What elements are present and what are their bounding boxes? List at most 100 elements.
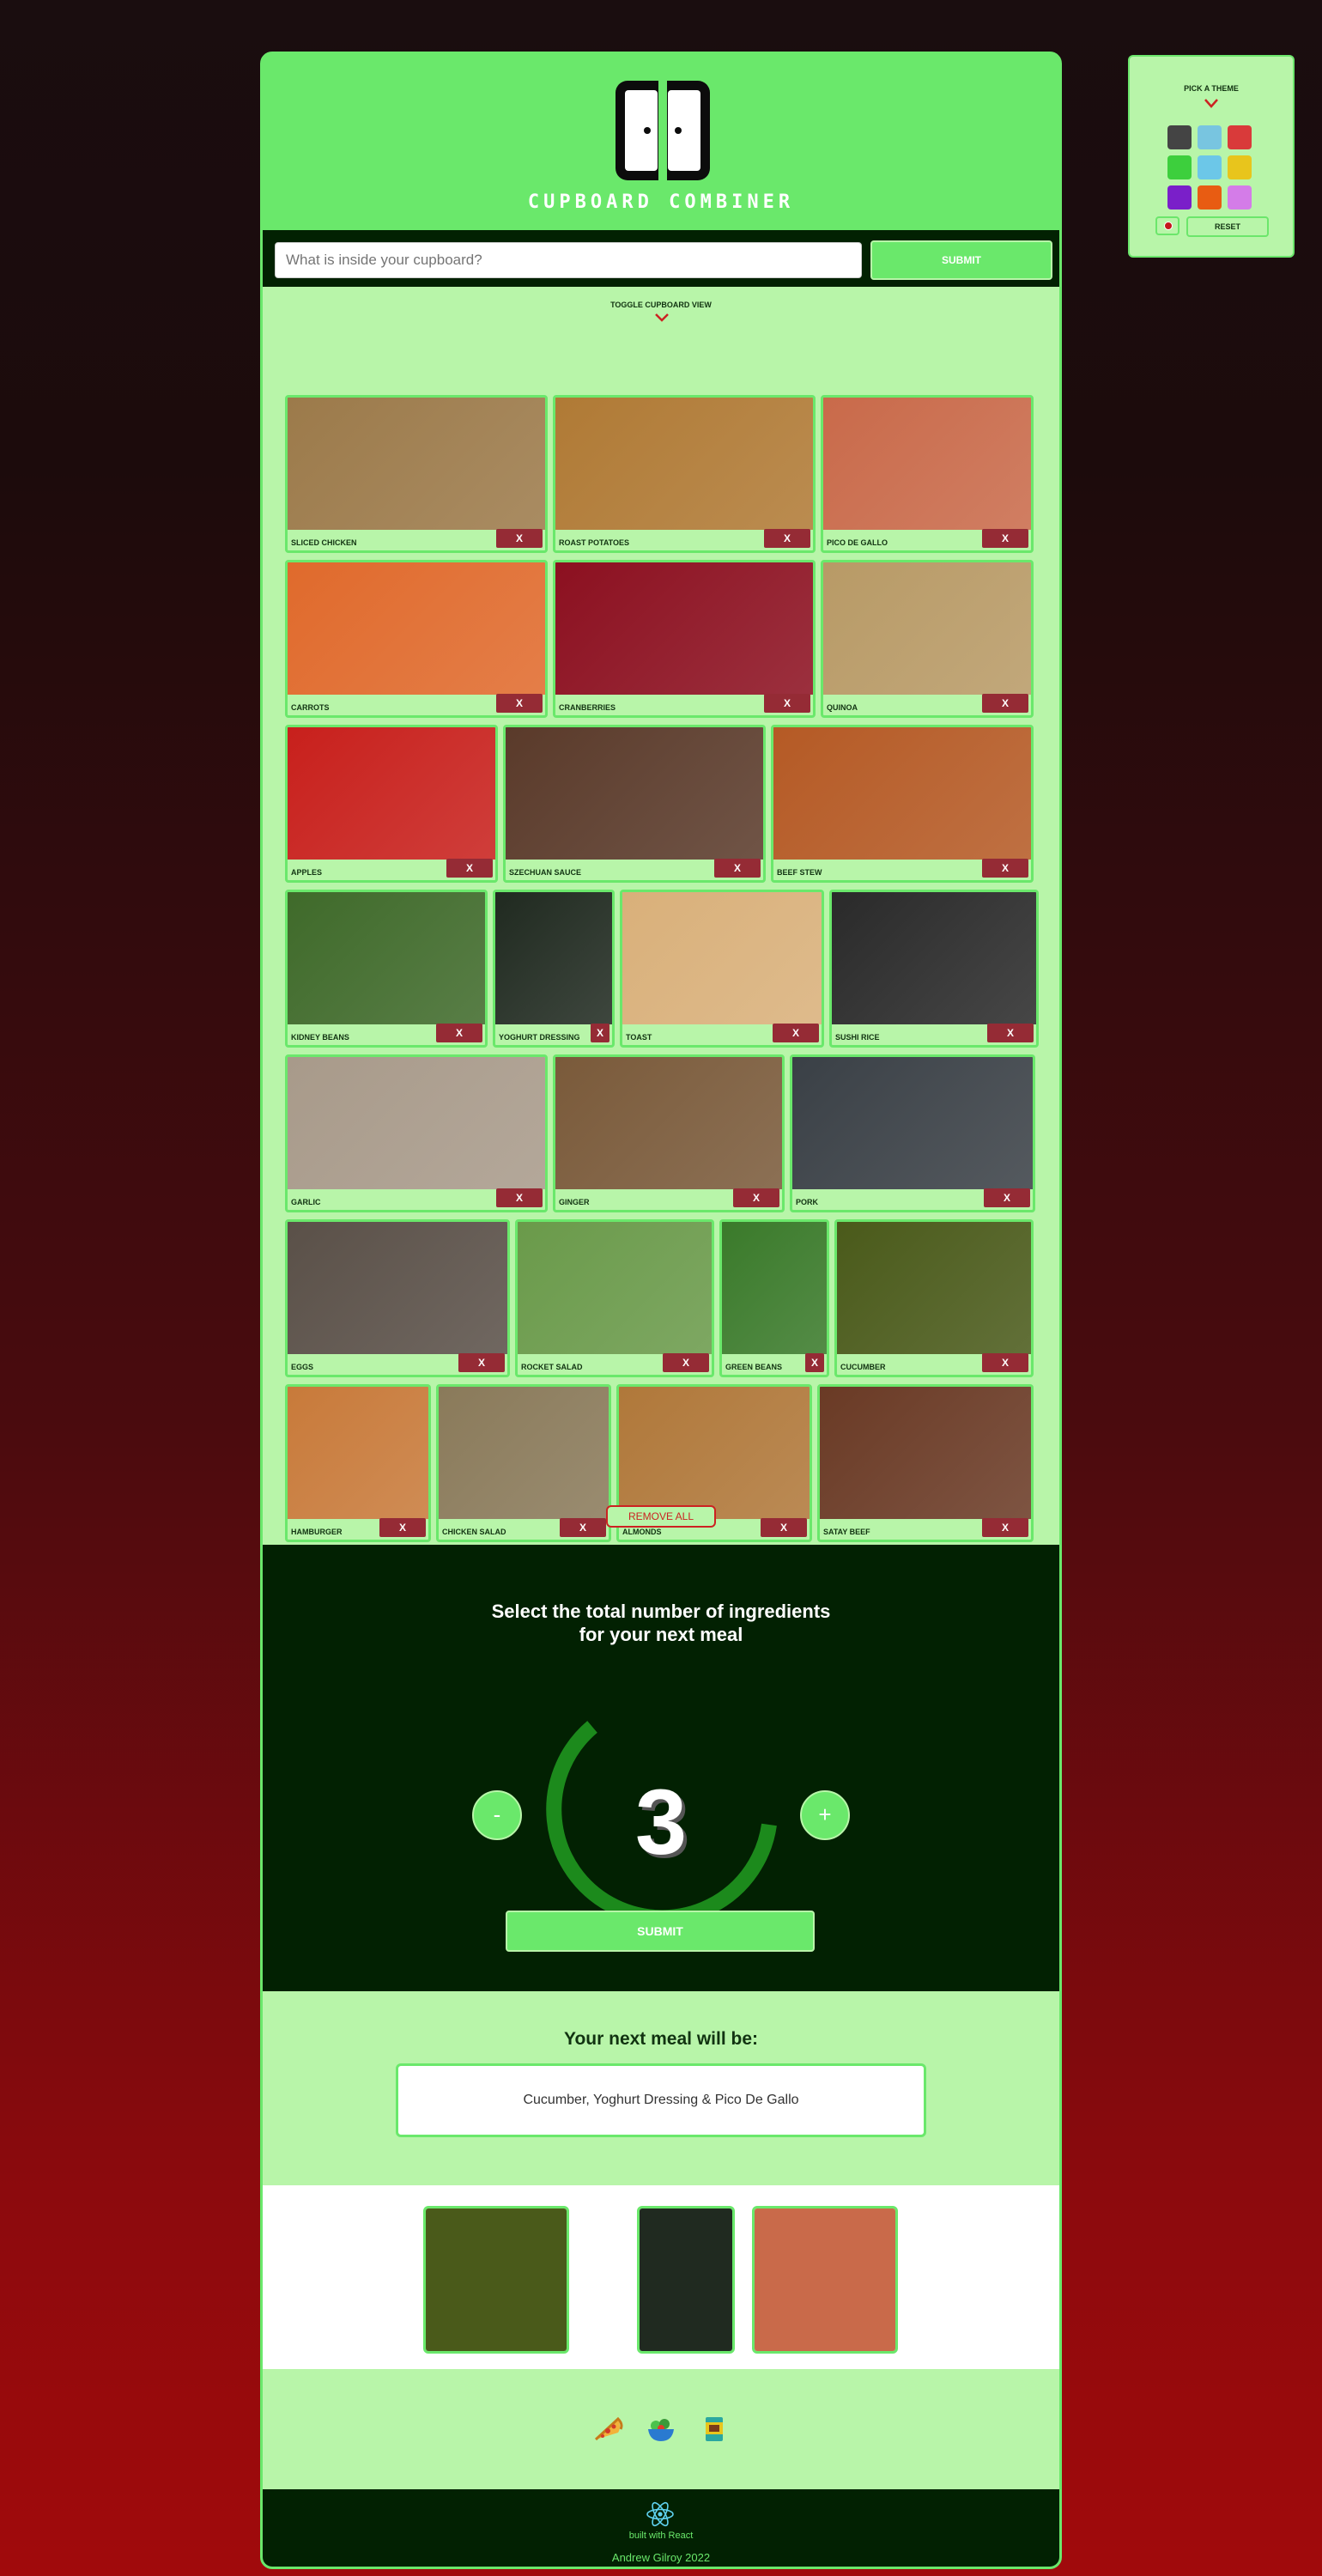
meal-result: Cucumber, Yoghurt Dressing & Pico De Gal… bbox=[396, 2063, 926, 2137]
ingredient-label: KIDNEY BEANS bbox=[291, 1033, 349, 1042]
ingredient-label: SUSHI RICE bbox=[835, 1033, 880, 1042]
pizza-icon bbox=[594, 2416, 623, 2441]
ingredient-card: GREEN BEANS X bbox=[719, 1219, 829, 1377]
ingredient-label: GARLIC bbox=[291, 1198, 321, 1206]
remove-ingredient-button[interactable]: X bbox=[984, 1188, 1030, 1207]
remove-ingredient-button[interactable]: X bbox=[982, 529, 1028, 548]
count-submit-button[interactable]: SUBMIT bbox=[506, 1911, 815, 1952]
ingredient-card: CRANBERRIES X bbox=[553, 560, 816, 718]
ingredient-row: APPLES X SZECHUAN SAUCE X BEEF STEW X bbox=[285, 725, 1039, 883]
remove-ingredient-button[interactable]: X bbox=[663, 1353, 709, 1372]
ingredient-label: EGGS bbox=[291, 1363, 314, 1371]
ingredient-label: CHICKEN SALAD bbox=[442, 1528, 506, 1536]
theme-swatch[interactable] bbox=[1198, 155, 1222, 179]
remove-ingredient-button[interactable]: X bbox=[458, 1353, 505, 1372]
cupboard-section: TOGGLE CUPBOARD VIEW SLICED CHICKEN X ROAS… bbox=[263, 287, 1059, 1545]
ingredient-label: ROCKET SALAD bbox=[521, 1363, 583, 1371]
meal-image-pico-de-gallo bbox=[752, 2206, 898, 2354]
remove-ingredient-button[interactable]: X bbox=[982, 1518, 1028, 1537]
remove-ingredient-button[interactable]: X bbox=[982, 859, 1028, 878]
theme-swatch[interactable] bbox=[1228, 185, 1252, 210]
ingredient-image bbox=[439, 1387, 609, 1519]
remove-ingredient-button[interactable]: X bbox=[496, 529, 543, 548]
theme-swatch[interactable] bbox=[1167, 125, 1192, 149]
reset-button[interactable]: RESET bbox=[1186, 216, 1269, 237]
theme-swatch[interactable] bbox=[1167, 185, 1192, 210]
toggle-cupboard-view[interactable]: TOGGLE CUPBOARD VIEW bbox=[263, 301, 1059, 309]
theme-swatch-grid bbox=[1167, 125, 1252, 210]
ingredient-row: GARLIC X GINGER X PORK X bbox=[285, 1054, 1039, 1212]
remove-ingredient-button[interactable]: X bbox=[496, 694, 543, 713]
result-title: Your next meal will be: bbox=[564, 2029, 758, 2049]
built-with-text[interactable]: built with React bbox=[263, 2530, 1059, 2541]
remove-ingredient-button[interactable]: X bbox=[714, 859, 761, 878]
ingredient-card: PORK X bbox=[790, 1054, 1035, 1212]
ingredient-card: EGGS X bbox=[285, 1219, 510, 1377]
remove-ingredient-button[interactable]: X bbox=[805, 1353, 824, 1372]
author-credit: Andrew Gilroy 2022 bbox=[611, 2551, 711, 2564]
remove-ingredient-button[interactable]: X bbox=[436, 1024, 482, 1042]
remove-ingredient-button[interactable]: X bbox=[773, 1024, 819, 1042]
ingredient-label: GINGER bbox=[559, 1198, 590, 1206]
theme-dot-button[interactable] bbox=[1155, 216, 1179, 235]
meal-images bbox=[263, 2185, 1059, 2369]
chevron-down-icon[interactable] bbox=[1204, 98, 1219, 110]
theme-swatch[interactable] bbox=[1228, 155, 1252, 179]
ingredient-image bbox=[555, 398, 813, 530]
ingredient-row: SLICED CHICKEN X ROAST POTATOES X PICO DE GA… bbox=[285, 395, 1039, 553]
ingredient-label: GREEN BEANS bbox=[725, 1363, 783, 1371]
ingredient-image bbox=[288, 892, 485, 1024]
ingredient-label: ROAST POTATOES bbox=[559, 538, 630, 547]
theme-swatch[interactable] bbox=[1198, 125, 1222, 149]
ingredient-card: SATAY BEEF X bbox=[817, 1384, 1034, 1542]
ingredient-label: CRANBERRIES bbox=[559, 703, 616, 712]
ingredient-count-selector: Select the total number of ingredients f… bbox=[263, 1545, 1059, 1991]
search-submit-button[interactable]: SUBMIT bbox=[870, 240, 1052, 280]
ingredient-label: CARROTS bbox=[291, 703, 330, 712]
cucumber-image bbox=[426, 2208, 567, 2351]
ingredient-card: SZECHUAN SAUCE X bbox=[503, 725, 766, 883]
ingredient-card: HAMBURGER X bbox=[285, 1384, 431, 1542]
remove-ingredient-button[interactable]: X bbox=[496, 1188, 543, 1207]
ingredient-card: KIDNEY BEANS X bbox=[285, 890, 488, 1048]
remove-ingredient-button[interactable]: X bbox=[446, 859, 493, 878]
remove-ingredient-button[interactable]: X bbox=[982, 1353, 1028, 1372]
ingredient-label: BEEF STEW bbox=[777, 868, 822, 877]
header: CUPBOARD COMBINER bbox=[263, 54, 1059, 230]
ingredient-card: YOGHURT DRESSING X bbox=[493, 890, 615, 1048]
remove-ingredient-button[interactable]: X bbox=[379, 1518, 426, 1537]
theme-swatch[interactable] bbox=[1228, 125, 1252, 149]
remove-ingredient-button[interactable]: X bbox=[987, 1024, 1034, 1042]
selector-title: Select the total number of ingredients f… bbox=[263, 1600, 1059, 1646]
remove-ingredient-button[interactable]: X bbox=[733, 1188, 779, 1207]
remove-ingredient-button[interactable]: X bbox=[764, 694, 810, 713]
ingredient-image bbox=[823, 562, 1031, 695]
remove-ingredient-button[interactable]: X bbox=[764, 529, 810, 548]
decrement-button[interactable]: - bbox=[472, 1790, 522, 1840]
remove-ingredient-button[interactable]: X bbox=[560, 1518, 606, 1537]
ingredient-image bbox=[837, 1222, 1031, 1354]
increment-button[interactable]: + bbox=[800, 1790, 850, 1840]
ingredient-label: PICO DE GALLO bbox=[827, 538, 888, 547]
ingredient-count: 3 bbox=[634, 1770, 688, 1874]
ingredient-row: CARROTS X CRANBERRIES X QUINOA X bbox=[285, 560, 1039, 718]
remove-all-button[interactable]: REMOVE ALL bbox=[606, 1505, 716, 1528]
ingredient-card: QUINOA X bbox=[821, 560, 1034, 718]
remove-ingredient-button[interactable]: X bbox=[591, 1024, 609, 1042]
remove-ingredient-button[interactable]: X bbox=[761, 1518, 807, 1537]
meal-image-yoghurt-dressing bbox=[637, 2206, 735, 2354]
theme-swatch[interactable] bbox=[1167, 155, 1192, 179]
ingredient-image bbox=[288, 1387, 428, 1519]
react-logo-icon[interactable] bbox=[646, 2501, 675, 2527]
meal-image-cucumber bbox=[423, 2206, 569, 2354]
ingredient-card: GARLIC X bbox=[285, 1054, 548, 1212]
ingredient-image bbox=[518, 1222, 712, 1354]
logo-text: CUPBOARD COMBINER bbox=[527, 191, 795, 213]
theme-swatch[interactable] bbox=[1198, 185, 1222, 210]
remove-ingredient-button[interactable]: X bbox=[982, 694, 1028, 713]
ingredient-image bbox=[288, 1222, 507, 1354]
ingredient-card: BEEF STEW X bbox=[771, 725, 1034, 883]
ingredient-label: TOAST bbox=[626, 1033, 652, 1042]
search-input[interactable] bbox=[275, 242, 862, 278]
chevron-down-icon[interactable] bbox=[654, 313, 670, 323]
